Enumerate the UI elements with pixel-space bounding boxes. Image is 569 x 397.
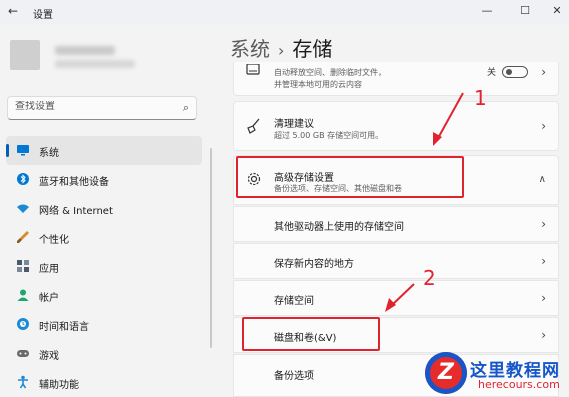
- watermark-url: herecours.com: [478, 378, 560, 391]
- arrow-2-head: [385, 298, 396, 312]
- arrow-2-line: [390, 283, 415, 307]
- watermark-logo-letter: Z: [438, 360, 454, 385]
- watermark-logo: Z: [425, 352, 467, 394]
- annotation-arrows: [385, 92, 464, 312]
- annotation-number-2: 2: [423, 266, 436, 290]
- arrow-1-line: [436, 92, 464, 141]
- annotation-number-1: 1: [474, 86, 487, 110]
